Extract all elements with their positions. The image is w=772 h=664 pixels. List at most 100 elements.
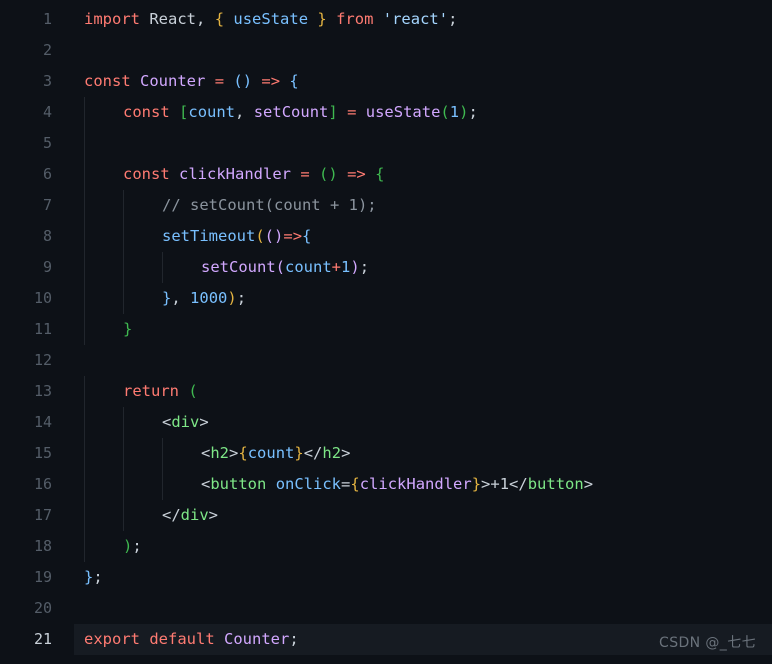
indent-guide <box>123 438 124 469</box>
code-token: return <box>123 382 179 400</box>
code-line[interactable]: 13 return ( <box>0 376 772 407</box>
code-line[interactable]: 9 setCount(count+1); <box>0 252 772 283</box>
code-line-text: </div> <box>162 500 218 531</box>
code-token: [ <box>179 103 189 121</box>
code-token: ; <box>93 568 103 586</box>
code-line[interactable]: 21 export default Counter; <box>0 624 772 655</box>
line-number: 9 <box>42 258 52 276</box>
code-token: Counter <box>224 630 290 648</box>
code-line[interactable]: 1 import React, { useState } from 'react'… <box>0 4 772 35</box>
code-token: { <box>214 10 225 28</box>
code-line[interactable]: 7 // setCount(count + 1); <box>0 190 772 221</box>
code-token: } <box>471 475 482 493</box>
code-token: const <box>123 103 170 121</box>
code-token: setCount <box>201 258 276 276</box>
code-line[interactable]: 18); <box>0 531 772 562</box>
line-number: 10 <box>33 289 52 307</box>
code-lines-container[interactable]: 1 import React, { useState } from 'react'… <box>0 0 772 655</box>
line-number: 21 <box>33 630 52 648</box>
code-token: count <box>247 444 295 462</box>
indent-guide <box>123 407 124 438</box>
code-token: { <box>375 165 385 183</box>
code-token: => <box>283 227 303 245</box>
line-number: 11 <box>33 320 52 338</box>
indent-guide <box>84 190 85 221</box>
code-line[interactable]: 11} <box>0 314 772 345</box>
code-token: > <box>341 444 351 462</box>
line-number: 13 <box>33 382 52 400</box>
code-token: setTimeout <box>162 227 256 245</box>
line-number: 1 <box>42 10 52 28</box>
indent-guide <box>84 97 85 128</box>
code-line[interactable]: 10}, 1000); <box>0 283 772 314</box>
code-token: ) <box>274 227 284 245</box>
code-token: > <box>481 475 491 493</box>
code-line[interactable]: 19}; <box>0 562 772 593</box>
code-token: , <box>171 289 181 307</box>
code-token: ( <box>319 165 329 183</box>
code-token: = <box>214 72 225 90</box>
code-line[interactable]: 2 <box>0 35 772 66</box>
code-line[interactable]: 3 const Counter = () => { <box>0 66 772 97</box>
code-token: { <box>238 444 248 462</box>
code-token: ( <box>440 103 450 121</box>
code-line[interactable]: 15 <h2>{count}</h2> <box>0 438 772 469</box>
code-token: div <box>171 413 200 431</box>
code-line[interactable]: 17 </div> <box>0 500 772 531</box>
code-token: ; <box>132 537 142 555</box>
code-line[interactable]: 8 setTimeout(()=>{ <box>0 221 772 252</box>
code-token: ) <box>123 537 133 555</box>
indent-guide <box>123 283 124 314</box>
code-token: = <box>341 475 351 493</box>
code-token: default <box>149 630 215 648</box>
code-token: ( <box>188 382 198 400</box>
code-line-text: <h2>{count}</h2> <box>201 438 350 469</box>
code-line[interactable]: 16 <button onClick={clickHandler}>+1</but… <box>0 469 772 500</box>
code-token: button <box>527 475 584 493</box>
code-token: export <box>84 630 140 648</box>
code-token: clickHandler <box>359 475 472 493</box>
indent-guide <box>123 500 124 531</box>
code-token: import <box>84 10 140 28</box>
indent-guide <box>84 469 85 500</box>
line-number: 20 <box>33 599 52 617</box>
line-number: 19 <box>33 568 52 586</box>
code-token: React <box>149 10 197 28</box>
line-number: 8 <box>42 227 52 245</box>
code-token: } <box>84 568 94 586</box>
code-line[interactable]: 4 const [count, setCount] = useState(1); <box>0 97 772 128</box>
line-number: 2 <box>42 41 52 59</box>
code-editor[interactable]: 1 import React, { useState } from 'react'… <box>0 0 772 664</box>
code-line[interactable]: 14 <div> <box>0 407 772 438</box>
code-line[interactable]: 6 const clickHandler = () => { <box>0 159 772 190</box>
indent-guide <box>123 252 124 283</box>
code-token: ; <box>359 258 370 276</box>
code-token: const <box>84 72 131 90</box>
indent-guide <box>162 469 163 500</box>
code-line-text: const Counter = () => { <box>84 66 299 97</box>
code-line-text: import React, { useState } from 'react'; <box>84 4 457 35</box>
code-line[interactable]: 20 <box>0 593 772 624</box>
code-token: ) <box>328 165 338 183</box>
indent-guide <box>84 283 85 314</box>
code-token: 1000 <box>190 289 228 307</box>
code-line[interactable]: 5 <box>0 128 772 159</box>
csdn-watermark: CSDN @_七七 <box>659 635 756 651</box>
line-number: 12 <box>33 351 52 369</box>
code-token: ) <box>242 72 253 90</box>
code-token: => <box>261 72 281 90</box>
code-line[interactable]: 12 <box>0 345 772 376</box>
code-token: = <box>300 165 310 183</box>
code-token: count <box>188 103 236 121</box>
